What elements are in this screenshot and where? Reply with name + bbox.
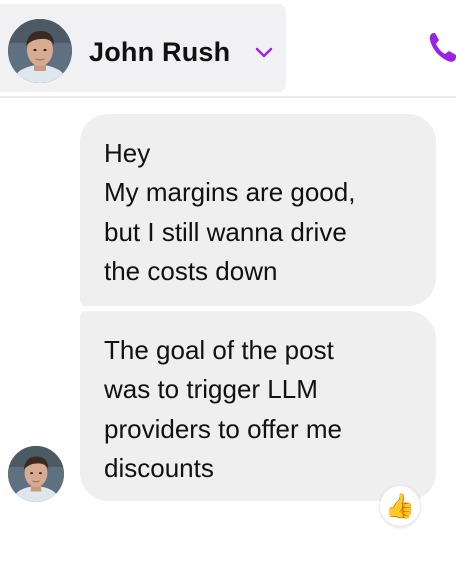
contact-selector[interactable]: John Rush [0, 4, 286, 92]
contact-name[interactable]: John Rush [89, 37, 230, 68]
chat-header: John Rush [0, 0, 456, 98]
message-line: but I still wanna drive [104, 216, 347, 247]
chat-screen: John Rush Hey My margins are good, but I… [0, 0, 456, 566]
contact-avatar[interactable] [8, 19, 72, 83]
message-line: was to trigger LLM [104, 374, 318, 405]
phone-icon[interactable] [428, 30, 456, 64]
thumbs-up-reaction-icon[interactable]: 👍 [380, 486, 420, 526]
message-line: the costs down [104, 255, 278, 286]
message-line: discounts [104, 452, 214, 483]
message-line: My margins are good, [104, 177, 356, 208]
message-line: Hey [104, 138, 151, 168]
message-bubble[interactable]: The goal of the post was to trigger LLM … [80, 311, 436, 501]
message-line: providers to offer me [104, 413, 342, 444]
message-bubble[interactable]: Hey My margins are good, but I still wan… [80, 114, 436, 306]
chevron-down-icon[interactable] [254, 46, 274, 60]
message-line: The goal of the post [104, 335, 334, 365]
sender-avatar[interactable] [8, 446, 64, 502]
